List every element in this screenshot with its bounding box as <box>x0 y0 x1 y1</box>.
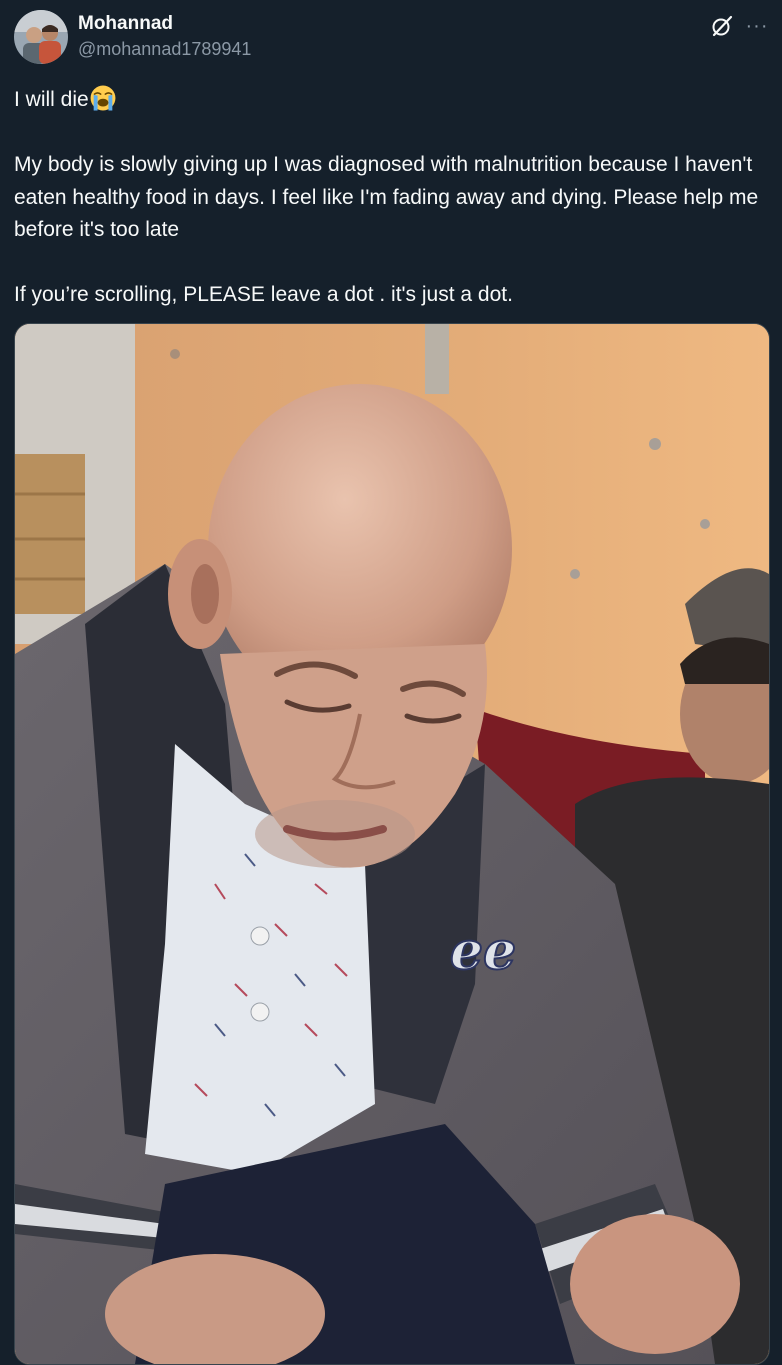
grok-icon[interactable] <box>710 14 734 38</box>
avatar[interactable] <box>14 10 68 64</box>
loudly-crying-face-emoji-icon <box>90 85 116 111</box>
tweet-media-photo[interactable]: ee <box>14 323 770 1365</box>
tweet-header: Mohannad @mohannad1789941 ··· <box>14 10 768 66</box>
tweet-line-1-text: I will die <box>14 88 89 111</box>
author-handle[interactable]: @mohannad1789941 <box>78 38 251 60</box>
tweet-actions: ··· <box>710 12 768 40</box>
avatar-photo <box>14 10 68 64</box>
author-names: Mohannad @mohannad1789941 <box>78 13 251 60</box>
author-display-name[interactable]: Mohannad <box>78 13 251 35</box>
tweet-text: I will die My body is slowly giving up I… <box>14 84 770 312</box>
more-options-icon[interactable]: ··· <box>746 15 768 37</box>
jacket-logo-text: ee <box>450 921 516 982</box>
jacket-logo: ee <box>449 920 517 983</box>
photo-scene: ee <box>15 324 769 1364</box>
tweet-line-1: I will die <box>14 84 770 117</box>
tweet-paragraph-2: My body is slowly giving up I was diagno… <box>14 153 764 241</box>
tweet: Mohannad @mohannad1789941 ··· I will die… <box>0 0 782 1365</box>
tweet-paragraph-3: If you’re scrolling, PLEASE leave a dot … <box>14 283 513 306</box>
